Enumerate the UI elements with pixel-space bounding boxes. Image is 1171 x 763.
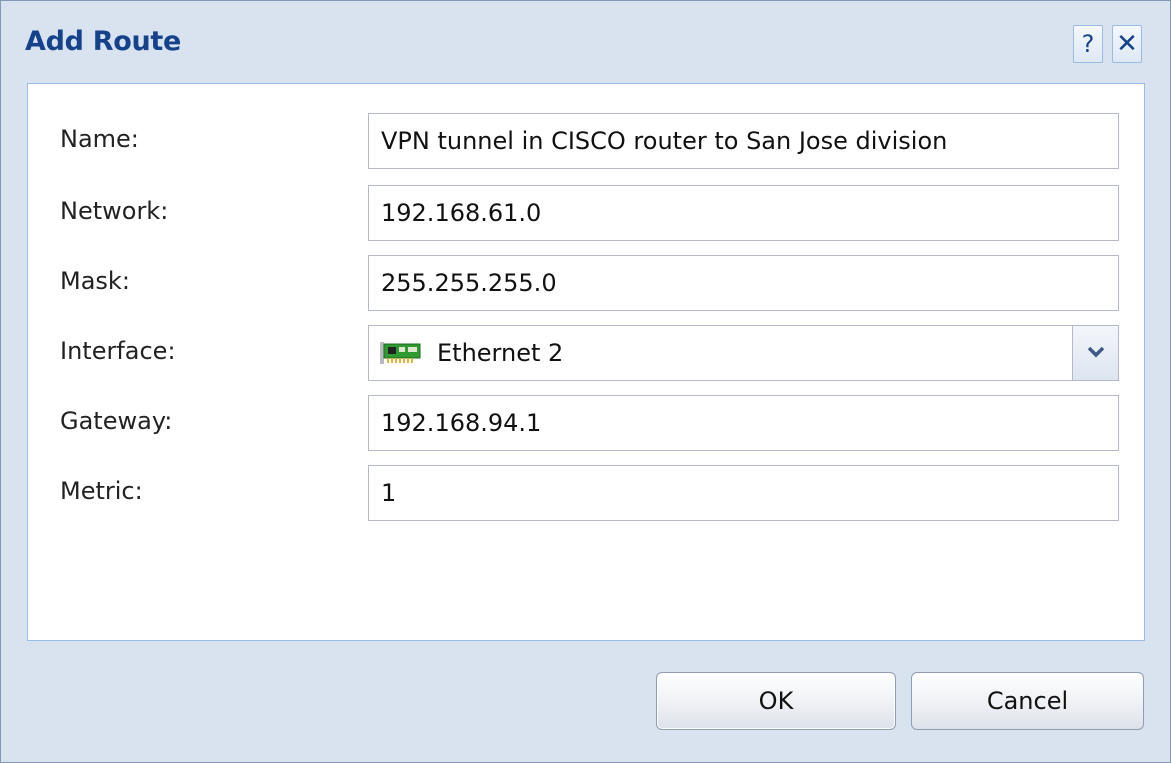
close-button[interactable]: ✕ (1112, 25, 1142, 63)
dialog-title: Add Route (25, 26, 182, 57)
metric-row: Metric: 1 (28, 465, 1144, 521)
interface-label: Interface: (60, 337, 176, 365)
interface-value: Ethernet 2 (437, 339, 564, 367)
metric-field[interactable]: 1 (368, 465, 1119, 521)
mask-row: Mask: 255.255.255.0 (28, 255, 1144, 311)
gateway-field[interactable]: 192.168.94.1 (368, 395, 1119, 451)
dialog-titlebar[interactable]: Add Route ? ✕ (1, 1, 1170, 81)
form-panel: Name: VPN tunnel in CISCO router to San … (27, 83, 1145, 641)
name-field[interactable]: VPN tunnel in CISCO router to San Jose d… (368, 113, 1119, 169)
network-row: Network: 192.168.61.0 (28, 185, 1144, 241)
help-button[interactable]: ? (1073, 25, 1103, 63)
chevron-down-icon (1087, 346, 1105, 358)
interface-row: Interface: Ethernet 2 (28, 325, 1144, 381)
network-field[interactable]: 192.168.61.0 (368, 185, 1119, 241)
mask-label: Mask: (60, 267, 130, 295)
ok-button[interactable]: OK (656, 672, 896, 730)
interface-dropdown-trigger[interactable] (1072, 326, 1118, 380)
cancel-button[interactable]: Cancel (911, 672, 1144, 730)
name-row: Name: VPN tunnel in CISCO router to San … (28, 113, 1144, 169)
gateway-row: Gateway: 192.168.94.1 (28, 395, 1144, 451)
mask-field[interactable]: 255.255.255.0 (368, 255, 1119, 311)
network-label: Network: (60, 197, 169, 225)
add-route-dialog: Add Route ? ✕ Name: VPN tunnel in CISCO … (0, 0, 1171, 763)
gateway-label: Gateway: (60, 407, 173, 435)
metric-label: Metric: (60, 477, 143, 505)
name-label: Name: (60, 125, 139, 153)
network-card-icon (380, 342, 421, 364)
interface-select[interactable]: Ethernet 2 (368, 325, 1119, 381)
